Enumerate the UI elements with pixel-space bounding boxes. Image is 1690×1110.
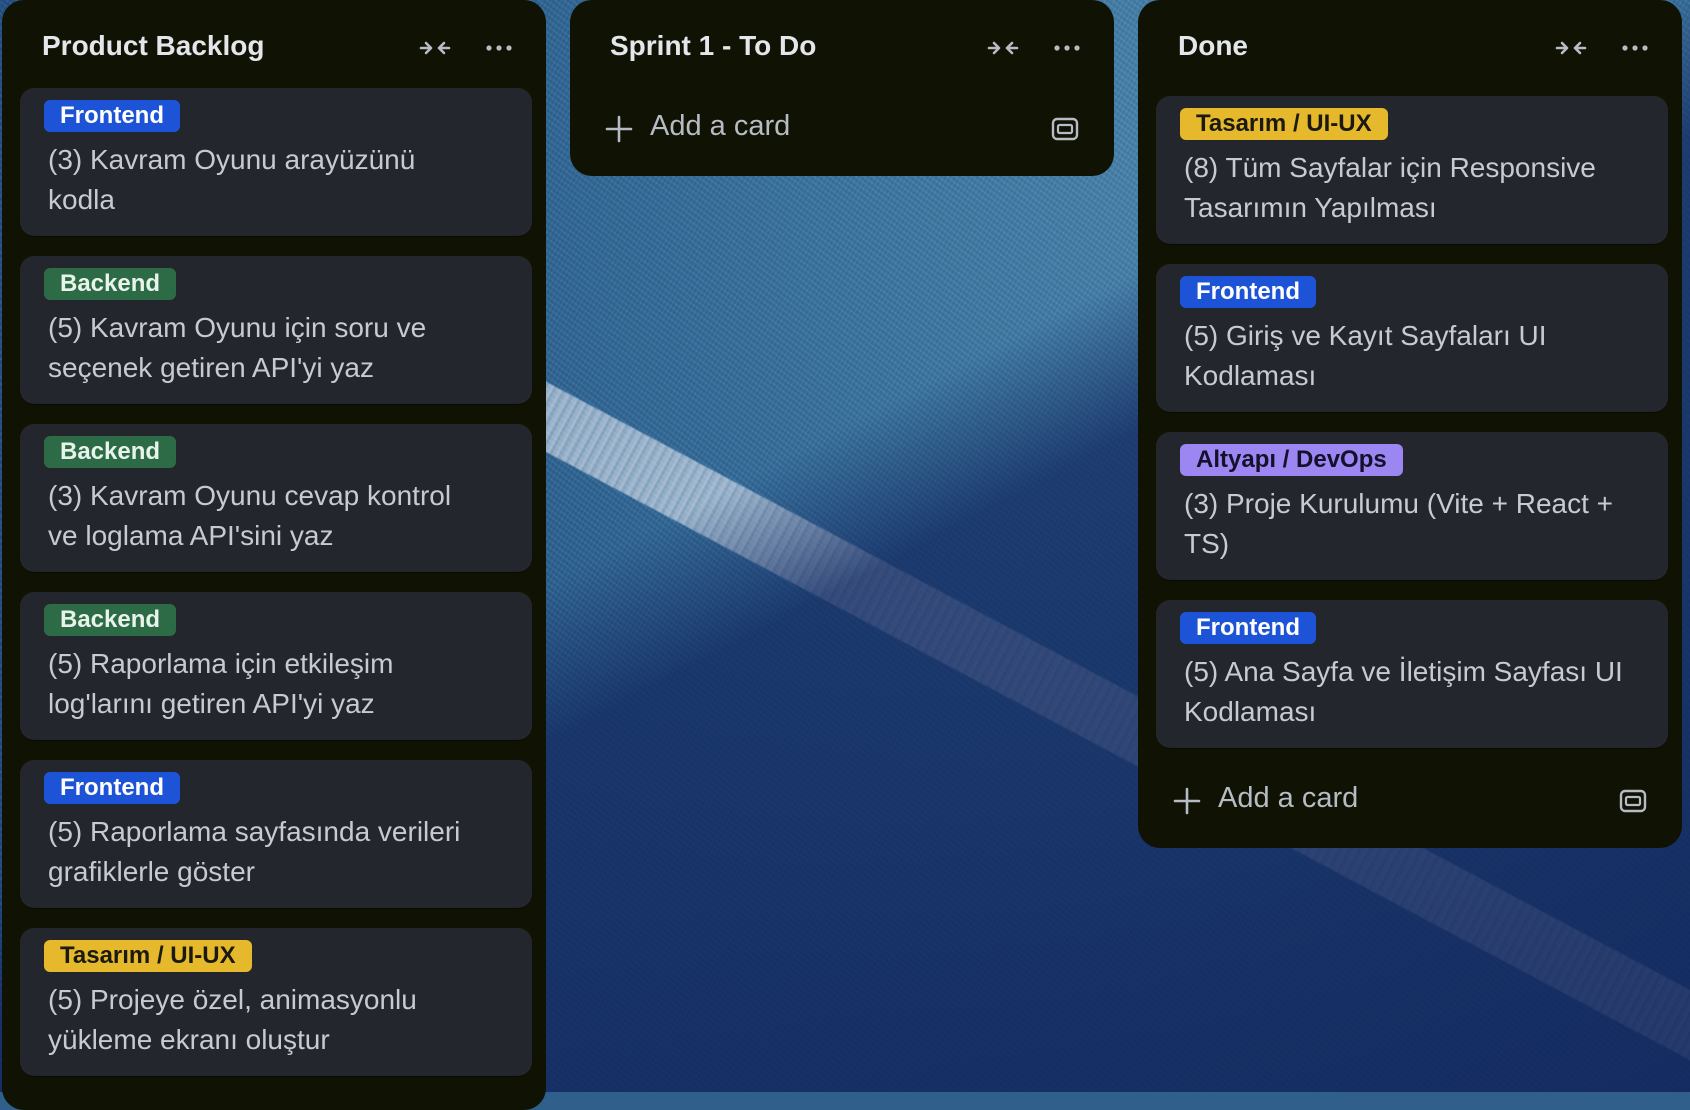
card-title: (3) Kavram Oyunu arayüzünü kodla (48, 144, 416, 215)
card-label-design[interactable]: Tasarım / UI-UX (1180, 108, 1388, 140)
more-options-icon[interactable] (482, 33, 516, 63)
add-card-label: Add a card (1218, 782, 1359, 814)
card-title: (3) Kavram Oyunu cevap kontrol ve loglam… (48, 480, 452, 551)
card[interactable]: Backend (5) Kavram Oyunu için soru ve seç… (20, 256, 532, 404)
card-title: (3) Proje Kurulumu (Vite + React + TS) (1184, 488, 1614, 559)
card[interactable]: Backend (3) Kavram Oyunu cevap kontrol ve… (20, 424, 532, 572)
card-label-frontend[interactable]: Frontend (1180, 276, 1316, 308)
add-card-button[interactable]: Add a card (604, 104, 1080, 152)
list-header[interactable]: Done (1138, 0, 1682, 96)
collapse-list-icon[interactable] (986, 33, 1020, 63)
plus-icon (1173, 787, 1201, 815)
card-label-backend[interactable]: Backend (44, 436, 177, 468)
list-header[interactable]: Sprint 1 - To Do (570, 0, 1114, 96)
card-label-frontend[interactable]: Frontend (44, 100, 180, 132)
list-product-backlog: Product Backlog Frontend (3) Kavram Oyunu… (2, 0, 546, 1110)
more-options-icon[interactable] (1050, 33, 1084, 63)
list-sprint-1-to-do: Sprint 1 - To Do Add a card (570, 0, 1114, 176)
card-label-backend[interactable]: Backend (44, 268, 177, 300)
card[interactable]: Frontend (5) Giriş ve Kayıt Sayfaları UI … (1156, 264, 1668, 412)
card[interactable]: Frontend (5) Raporlama sayfasında veriler… (20, 760, 532, 908)
card-title: (5) Raporlama için etkileşim log'larını … (48, 648, 394, 719)
card-template-icon[interactable] (1050, 114, 1080, 144)
card[interactable]: Backend (5) Raporlama için etkileşim log'… (20, 592, 532, 740)
card-label-design[interactable]: Tasarım / UI-UX (44, 940, 252, 972)
card[interactable]: Tasarım / UI-UX (8) Tüm Sayfalar için Res… (1156, 96, 1668, 244)
card-label-frontend[interactable]: Frontend (1180, 612, 1316, 644)
card[interactable]: Altyapı / DevOps (3) Proje Kurulumu (Vite… (1156, 432, 1668, 580)
card[interactable]: Tasarım / UI-UX (5) Projeye özel, animasy… (20, 928, 532, 1076)
list-done: Done Tasarım / UI-UX (8) Tüm Sayfalar içi… (1138, 0, 1682, 848)
add-card-label: Add a card (650, 110, 791, 142)
card-label-backend[interactable]: Backend (44, 604, 177, 636)
more-options-icon[interactable] (1618, 33, 1652, 63)
card-title: (5) Projeye özel, animasyonlu yükleme ek… (48, 984, 417, 1055)
plus-icon (605, 115, 633, 143)
card-title: (5) Raporlama sayfasında verileri grafik… (48, 816, 461, 887)
card-label-devops[interactable]: Altyapı / DevOps (1180, 444, 1403, 476)
card-title: (5) Kavram Oyunu için soru ve seçenek ge… (48, 312, 427, 383)
list-title[interactable]: Sprint 1 - To Do (610, 30, 816, 62)
card-template-icon[interactable] (1618, 786, 1648, 816)
card-title: (5) Ana Sayfa ve İletişim Sayfası UI Kod… (1184, 656, 1623, 727)
list-header[interactable]: Product Backlog (2, 0, 546, 96)
list-title[interactable]: Product Backlog (42, 30, 264, 62)
card-title: (8) Tüm Sayfalar için Responsive Tasarım… (1184, 152, 1596, 223)
card[interactable]: Frontend (5) Ana Sayfa ve İletişim Sayfas… (1156, 600, 1668, 748)
card[interactable]: Frontend (3) Kavram Oyunu arayüzünü kodla (20, 88, 532, 236)
card-title: (5) Giriş ve Kayıt Sayfaları UI Kodlamas… (1184, 320, 1547, 391)
add-card-button[interactable]: Add a card (1172, 776, 1648, 824)
card-label-frontend[interactable]: Frontend (44, 772, 180, 804)
list-title[interactable]: Done (1178, 30, 1248, 62)
collapse-list-icon[interactable] (418, 33, 452, 63)
collapse-list-icon[interactable] (1554, 33, 1588, 63)
